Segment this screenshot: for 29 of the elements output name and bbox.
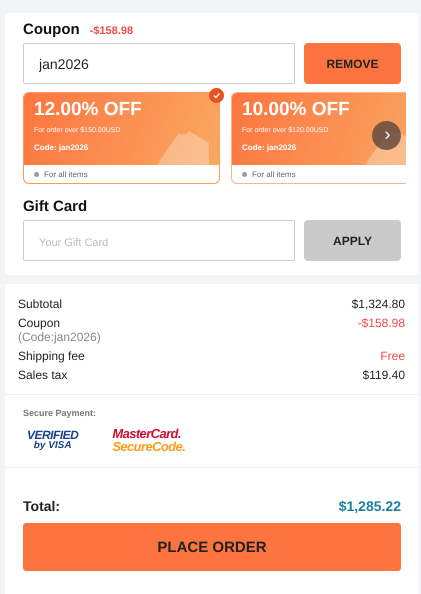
mastercard-securecode-logo: MasterCard. SecureCode. xyxy=(112,427,186,453)
summary-value: $1,324.80 xyxy=(352,297,405,311)
total-value: $1,285.22 xyxy=(338,498,401,514)
offer-headline: 12.00% OFF xyxy=(34,99,143,121)
coupon-discount: -$158.98 xyxy=(90,25,134,37)
bullet-icon xyxy=(34,172,39,176)
summary-label: Shipping fee xyxy=(18,349,85,363)
offer-headline: 10.00% OFF xyxy=(242,99,351,121)
offer-scope: For all items xyxy=(44,170,88,178)
summary-value: Free xyxy=(380,349,405,363)
gift-card-field[interactable]: Your Gift Card xyxy=(23,220,295,261)
coupon-field[interactable]: jan2026 xyxy=(23,43,295,84)
verified-by-visa-logo: VERIFIED by VISA xyxy=(27,429,78,451)
summary-label: Subtotal xyxy=(18,297,62,311)
offer-scope: For all items xyxy=(252,170,296,178)
offer-code: Code: jan2026 xyxy=(34,143,90,152)
summary-sublabel: (Code:jan2026) xyxy=(18,330,101,344)
bullet-icon xyxy=(242,172,247,176)
coupon-title: Coupon xyxy=(23,21,80,38)
summary-value: $119.40 xyxy=(362,368,405,382)
offer-code: Code: jan2026 xyxy=(242,143,298,152)
remove-button[interactable]: REMOVE xyxy=(304,43,401,84)
summary-label: Sales tax xyxy=(18,368,68,382)
secure-payment-title: Secure Payment: xyxy=(23,408,98,418)
summary-value: -$158.98 xyxy=(358,316,405,330)
total-label: Total: xyxy=(23,498,60,514)
summary-label: Coupon xyxy=(18,316,62,330)
gift-card-title: Gift Card xyxy=(23,198,88,215)
place-order-button[interactable]: PLACE ORDER xyxy=(23,523,401,571)
